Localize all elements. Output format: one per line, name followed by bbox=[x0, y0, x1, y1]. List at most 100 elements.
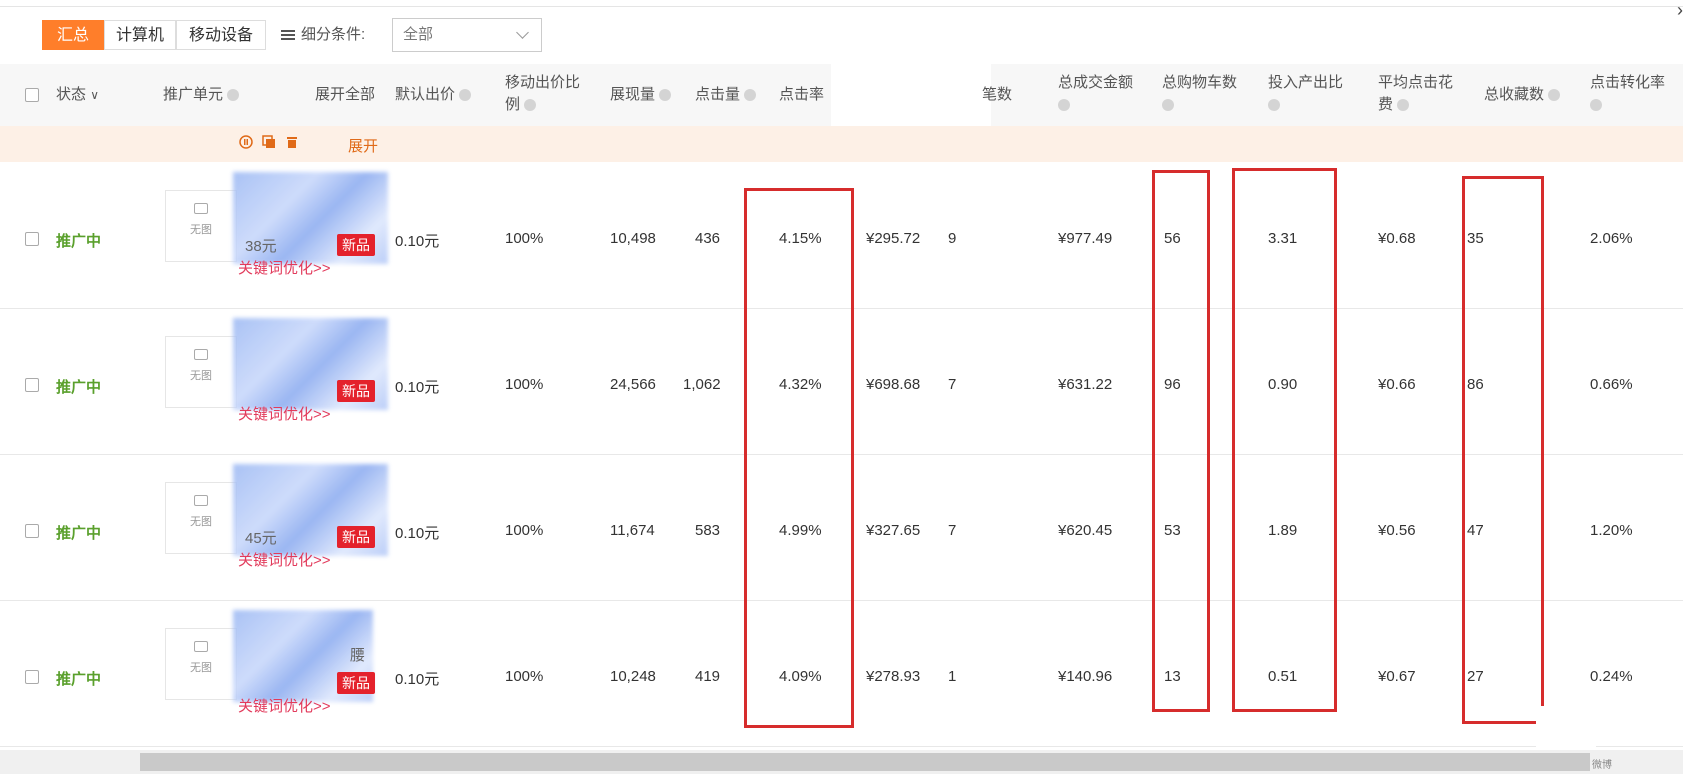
header-clicks: 点击量 bbox=[695, 84, 757, 106]
pause-icon[interactable] bbox=[239, 135, 253, 149]
help-icon[interactable] bbox=[1590, 99, 1602, 112]
avg-cpc: ¥0.56 bbox=[1378, 522, 1416, 539]
help-icon[interactable] bbox=[227, 89, 240, 102]
row-checkbox[interactable] bbox=[25, 378, 39, 392]
avg-cpc: ¥0.68 bbox=[1378, 230, 1416, 247]
clicks: 436 bbox=[695, 230, 721, 247]
default-bid: 0.10元 bbox=[395, 671, 440, 688]
annotation-box-cart bbox=[1152, 170, 1210, 712]
keyword-optimize-link[interactable]: 关键词优化>> bbox=[238, 257, 331, 278]
help-icon[interactable] bbox=[1397, 99, 1410, 112]
condition-select[interactable]: 全部 bbox=[392, 18, 542, 52]
help-icon[interactable] bbox=[1058, 99, 1070, 112]
chevron-down-icon bbox=[516, 26, 529, 39]
row-checkbox[interactable] bbox=[25, 670, 39, 684]
deals: 7 bbox=[948, 376, 957, 393]
select-value: 全部 bbox=[403, 26, 434, 43]
status-badge: 推广中 bbox=[56, 525, 102, 542]
tab-summary[interactable]: 汇总 bbox=[42, 20, 104, 50]
header-default-bid: 默认出价 bbox=[395, 84, 472, 106]
help-icon[interactable] bbox=[744, 89, 757, 102]
cvr: 0.24% bbox=[1590, 668, 1633, 685]
help-icon[interactable] bbox=[1548, 89, 1561, 102]
deals: 7 bbox=[948, 522, 957, 539]
header-favorites: 总收藏数 bbox=[1484, 84, 1561, 106]
header-cart: 总购物车数 bbox=[1162, 72, 1237, 116]
keyword-optimize-link[interactable]: 关键词优化>> bbox=[238, 695, 331, 716]
mobile-ratio: 100% bbox=[505, 668, 544, 685]
impressions: 10,498 bbox=[610, 230, 656, 247]
row-checkbox[interactable] bbox=[25, 524, 39, 538]
cost: ¥698.68 bbox=[866, 376, 921, 393]
help-icon[interactable] bbox=[1162, 99, 1174, 112]
header-ctr: 点击率 bbox=[779, 86, 825, 103]
cvr: 0.66% bbox=[1590, 376, 1633, 393]
total-gmv: ¥140.96 bbox=[1058, 668, 1113, 685]
mobile-ratio: 100% bbox=[505, 522, 544, 539]
default-bid: 0.10元 bbox=[395, 233, 440, 250]
expand-all-link[interactable]: 展开全部 bbox=[315, 84, 375, 106]
new-badge: 新品 bbox=[337, 526, 375, 548]
deals: 9 bbox=[948, 230, 957, 247]
impressions: 24,566 bbox=[610, 376, 656, 393]
clicks: 1,062 bbox=[683, 376, 721, 393]
expand-link[interactable]: 展开 bbox=[348, 135, 378, 156]
header-unit: 推广单元 bbox=[163, 84, 240, 106]
cost: ¥327.65 bbox=[866, 522, 921, 539]
trash-icon[interactable] bbox=[285, 135, 299, 149]
header-cvr: 点击转化率 bbox=[1590, 72, 1665, 116]
avg-cpc: ¥0.66 bbox=[1378, 376, 1416, 393]
horizontal-scrollbar-thumb[interactable] bbox=[140, 753, 1590, 771]
impressions: 11,674 bbox=[610, 522, 655, 539]
keyword-optimize-link[interactable]: 关键词优化>> bbox=[238, 549, 331, 570]
tab-mobile[interactable]: 移动设备 bbox=[176, 20, 266, 50]
product-name-fragment: 38元 bbox=[245, 238, 277, 255]
thumbnail-placeholder: 无图 bbox=[165, 336, 237, 408]
select-all-checkbox[interactable] bbox=[25, 88, 39, 102]
tab-computer[interactable]: 计算机 bbox=[104, 20, 176, 50]
close-icon[interactable]: › bbox=[1677, 0, 1683, 21]
thumbnail-placeholder: 无图 bbox=[165, 190, 237, 262]
row-checkbox[interactable] bbox=[25, 232, 39, 246]
new-badge: 新品 bbox=[337, 380, 375, 402]
status-badge: 推广中 bbox=[56, 379, 102, 396]
copy-icon[interactable] bbox=[262, 135, 276, 149]
impressions: 10,248 bbox=[610, 668, 656, 685]
thumbnail-placeholder: 无图 bbox=[165, 482, 237, 554]
header-deals: 笔数 bbox=[982, 86, 1013, 103]
condition-label: 细分条件: bbox=[281, 20, 365, 50]
camera-icon bbox=[194, 641, 208, 652]
help-icon[interactable] bbox=[524, 99, 537, 112]
table-header: 状态 ∨ 推广单元 展开全部 默认出价 移动出价比例 展现量 点击量 点击率 笔… bbox=[0, 64, 1683, 126]
top-divider bbox=[0, 6, 1683, 7]
list-icon bbox=[281, 28, 295, 42]
annotation-box-favorites bbox=[1462, 176, 1544, 724]
redaction-mask bbox=[831, 64, 991, 126]
new-badge: 新品 bbox=[337, 234, 375, 256]
status-badge: 推广中 bbox=[56, 233, 102, 250]
help-icon[interactable] bbox=[659, 89, 672, 102]
header-impressions: 展现量 bbox=[610, 84, 672, 106]
total-gmv: ¥631.22 bbox=[1058, 376, 1113, 393]
keyword-optimize-link[interactable]: 关键词优化>> bbox=[238, 403, 331, 424]
product-name-fragment: 45元 bbox=[245, 530, 277, 547]
chevron-down-icon: ∨ bbox=[90, 88, 99, 102]
annotation-box-ctr bbox=[744, 188, 854, 728]
product-name-fragment: 腰 bbox=[350, 647, 366, 664]
clicks: 583 bbox=[695, 522, 721, 539]
cost: ¥278.93 bbox=[866, 668, 921, 685]
mobile-ratio: 100% bbox=[505, 376, 544, 393]
header-roi: 投入产出比 bbox=[1268, 72, 1343, 116]
help-icon[interactable] bbox=[459, 89, 472, 102]
header-status[interactable]: 状态 ∨ bbox=[56, 84, 99, 106]
avg-cpc: ¥0.67 bbox=[1378, 668, 1416, 685]
filter-bar: 汇总 计算机 移动设备 细分条件: 全部 › bbox=[0, 0, 1683, 64]
total-gmv: ¥620.45 bbox=[1058, 522, 1113, 539]
default-bid: 0.10元 bbox=[395, 525, 440, 542]
thumbnail-placeholder: 无图 bbox=[165, 628, 237, 700]
camera-icon bbox=[194, 203, 208, 214]
default-bid: 0.10元 bbox=[395, 379, 440, 396]
help-icon[interactable] bbox=[1268, 99, 1280, 112]
annotation-box-roi bbox=[1232, 168, 1337, 712]
header-mobile-ratio: 移动出价比例 bbox=[505, 74, 581, 113]
